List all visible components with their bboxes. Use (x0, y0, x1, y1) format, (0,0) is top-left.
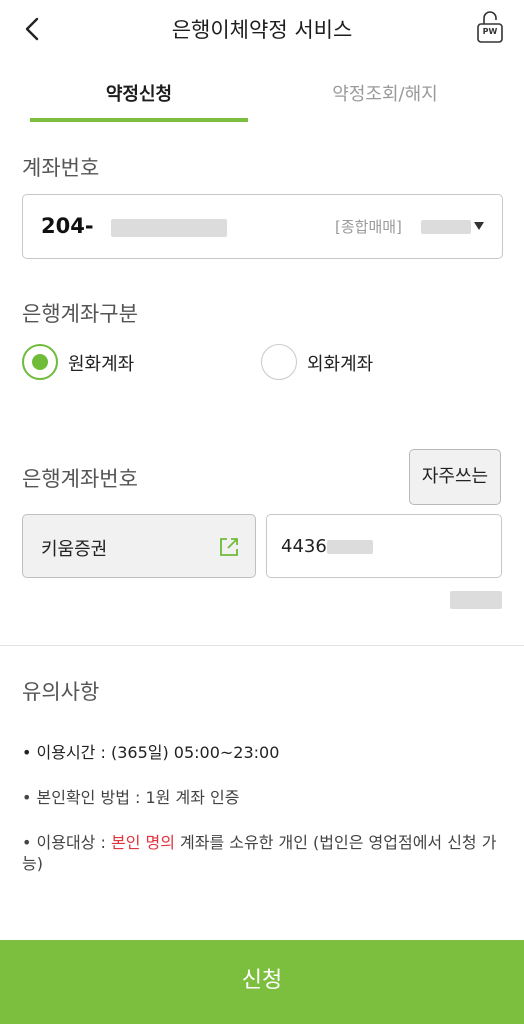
bank-type-label: 은행계좌구분 (22, 302, 138, 326)
note-usage-time: • 이용시간 : (365일) 05:00~23:00 (22, 743, 280, 762)
notes-title: 유의사항 (22, 680, 100, 704)
masked-account-holder (450, 591, 502, 609)
bank-account-number-input[interactable]: 4436 (266, 514, 502, 578)
apply-button[interactable]: 신청 (0, 940, 524, 1024)
account-type: [종합매매] (335, 218, 402, 236)
account-select[interactable]: 204- [종합매매] (22, 194, 503, 259)
tab-active-indicator (30, 118, 248, 122)
bank-account-number-value: 4436 (281, 536, 327, 557)
pw-lock-button[interactable]: PW (474, 10, 506, 44)
section-divider (0, 645, 524, 646)
radio-won-label: 원화계좌 (68, 354, 135, 375)
bank-account-label: 은행계좌번호 (22, 467, 138, 491)
note-eligibility-highlight: 본인 명의 (110, 833, 175, 852)
app-header: 은행이체약정 서비스 PW (0, 0, 524, 58)
tab-bar: 약정신청 약정조회/해지 (0, 58, 524, 124)
masked-bank-account-digits (327, 540, 373, 554)
radio-foreign-account[interactable] (261, 344, 297, 380)
note-eligibility: • 이용대상 : 본인 명의 계좌를 소유한 개인 (법인은 영업점에서 신청 … (22, 832, 502, 874)
tab-inquiry-cancel[interactable]: 약정조회/해지 (276, 80, 494, 106)
pw-label: PW (482, 27, 498, 36)
account-number: 204- (41, 214, 94, 238)
radio-foreign-label: 외화계좌 (307, 354, 374, 375)
bank-name: 키움증권 (41, 539, 108, 560)
note-eligibility-prefix: • 이용대상 : (22, 833, 111, 852)
page-title: 은행이체약정 서비스 (171, 18, 353, 42)
dropdown-arrow-icon (474, 222, 484, 230)
external-link-icon (220, 538, 238, 556)
favorites-button[interactable]: 자주쓰는 (409, 449, 501, 505)
account-label: 계좌번호 (22, 156, 100, 180)
note-verification: • 본인확인 방법 : 1원 계좌 인증 (22, 788, 240, 807)
masked-account-digits (111, 219, 227, 237)
tab-apply[interactable]: 약정신청 (30, 80, 248, 106)
radio-won-account[interactable] (22, 344, 58, 380)
masked-account-name (421, 220, 471, 234)
bank-select[interactable]: 키움증권 (22, 514, 256, 578)
